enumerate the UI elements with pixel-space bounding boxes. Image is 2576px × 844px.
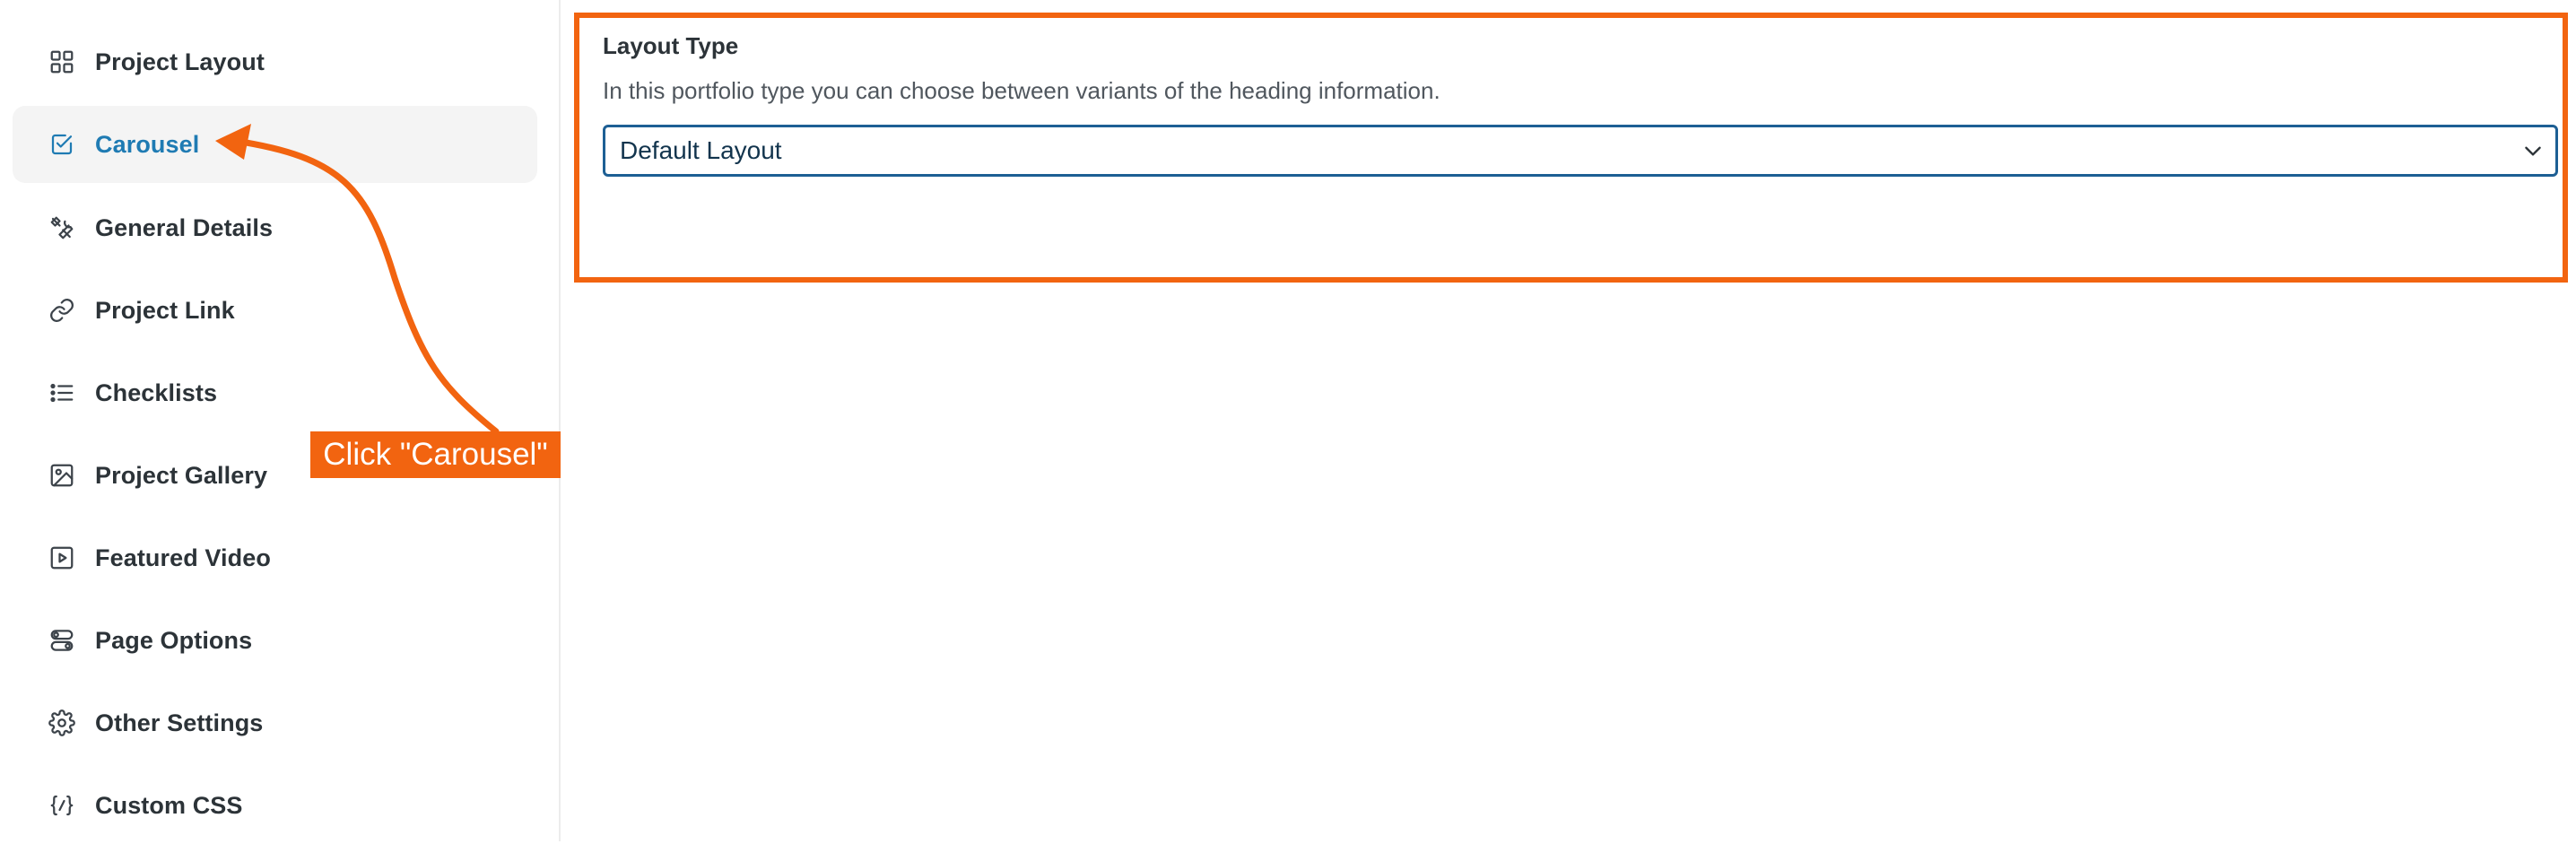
sidebar-item-general-details[interactable]: General Details	[13, 189, 537, 266]
sidebar-item-label: Carousel	[95, 130, 200, 158]
gear-icon	[48, 709, 75, 736]
sidebar-item-label: Custom CSS	[95, 791, 243, 819]
sidebar-item-page-options[interactable]: Page Options	[13, 602, 537, 679]
sidebar-item-label: Other Settings	[95, 709, 264, 736]
callout-label: Click "Carousel"	[310, 431, 561, 478]
chevron-down-icon	[2521, 139, 2545, 162]
sidebar-item-label: General Details	[95, 213, 274, 241]
tools-icon	[48, 214, 75, 241]
link-icon	[48, 297, 75, 324]
toggles-icon	[48, 627, 75, 654]
select-value: Default Layout	[620, 136, 782, 164]
layout-type-panel: Layout Type In this portfolio type you c…	[574, 13, 2568, 283]
sidebar: Project Layout Carousel General Details …	[0, 0, 561, 841]
checkbox-icon	[48, 131, 75, 158]
code-icon	[48, 792, 75, 819]
sidebar-item-label: Project Gallery	[95, 461, 268, 489]
field-title: Layout Type	[603, 32, 739, 59]
sidebar-item-featured-video[interactable]: Featured Video	[13, 519, 537, 596]
sidebar-item-checklists[interactable]: Checklists	[13, 354, 537, 431]
video-icon	[48, 544, 75, 571]
sidebar-item-other-settings[interactable]: Other Settings	[13, 684, 537, 761]
grid-icon	[48, 48, 75, 75]
sidebar-item-label: Featured Video	[95, 544, 271, 571]
layout-type-select[interactable]: Default Layout	[603, 125, 2558, 177]
image-icon	[48, 462, 75, 489]
sidebar-item-label: Checklists	[95, 378, 218, 406]
sidebar-item-label: Project Layout	[95, 48, 265, 75]
sidebar-item-custom-css[interactable]: Custom CSS	[13, 767, 537, 844]
sidebar-item-label: Page Options	[95, 626, 253, 654]
list-icon	[48, 379, 75, 406]
sidebar-item-project-layout[interactable]: Project Layout	[13, 23, 537, 100]
field-description: In this portfolio type you can choose be…	[603, 77, 1440, 104]
sidebar-item-carousel[interactable]: Carousel	[13, 106, 537, 183]
sidebar-item-project-link[interactable]: Project Link	[13, 272, 537, 349]
sidebar-item-label: Project Link	[95, 296, 235, 324]
